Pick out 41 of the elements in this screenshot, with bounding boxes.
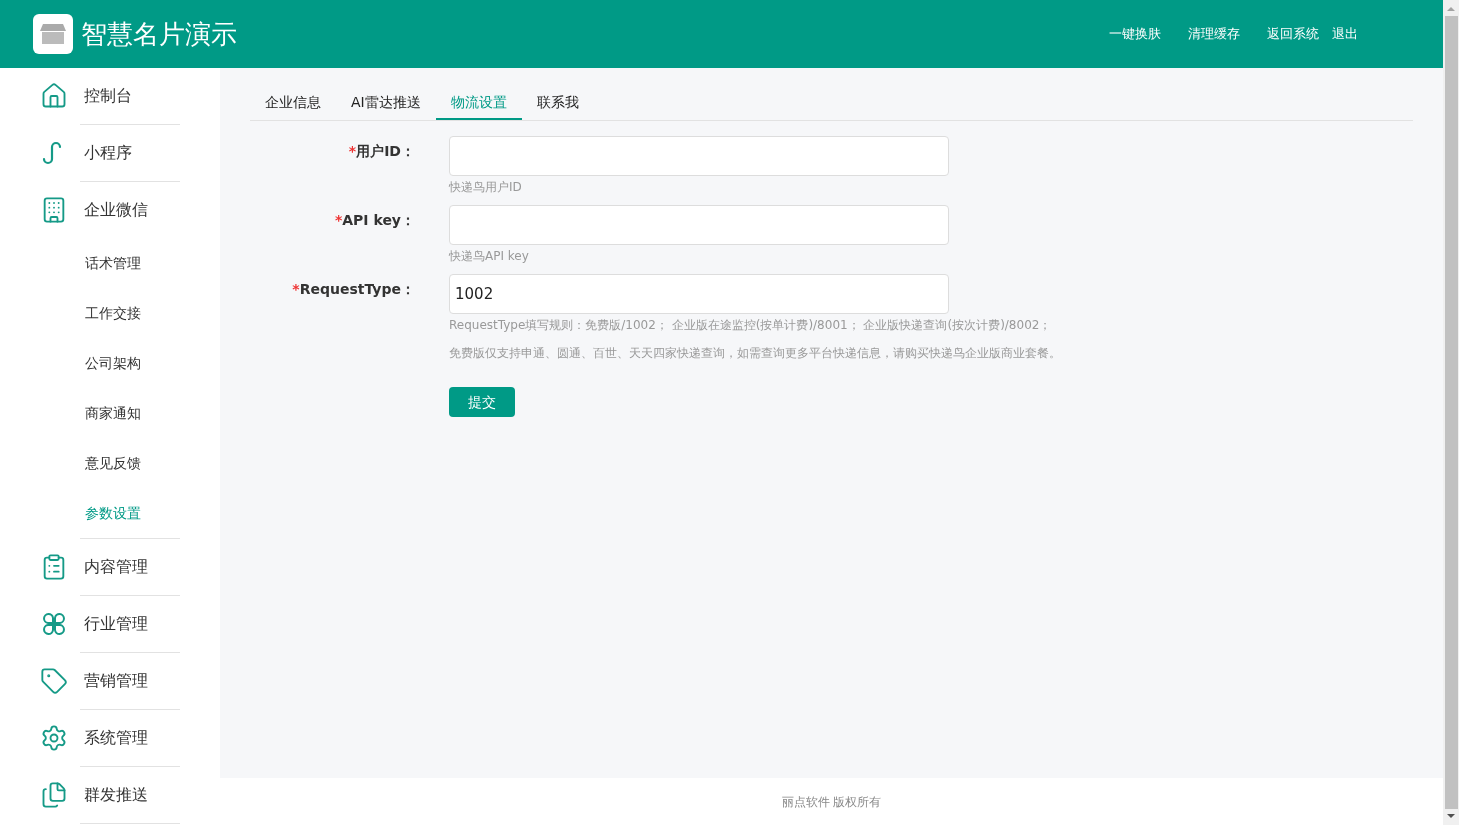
clover-icon [40, 610, 68, 638]
footer-text: 丽点软件 版权所有 [781, 793, 882, 811]
text-field[interactable] [449, 136, 949, 176]
header-link[interactable]: 一键换肤 [1109, 24, 1161, 44]
sidebar-item[interactable]: 小程序 [0, 125, 220, 181]
home-icon [40, 82, 68, 110]
sidebar-item[interactable]: 营销管理 [0, 653, 220, 709]
field-label: *用户ID： [347, 142, 416, 161]
documents-icon [40, 781, 68, 809]
scrollbar[interactable] [1443, 0, 1459, 825]
text-field[interactable]: 1002 [449, 274, 949, 314]
header-link[interactable]: 返回系统 [1267, 24, 1319, 44]
submenu-item[interactable]: 商家通知 [0, 388, 220, 438]
sidebar-item[interactable]: 内容管理 [0, 539, 220, 595]
tab[interactable]: AI雷达推送 [336, 86, 436, 120]
sidebar-item[interactable]: 群发推送 [0, 767, 220, 823]
submenu-item[interactable]: 话术管理 [0, 238, 220, 288]
sidebar-item[interactable]: 系统管理 [0, 710, 220, 766]
field-label: *RequestType： [291, 280, 416, 299]
text-field[interactable] [449, 205, 949, 245]
sidebar-item[interactable]: 行业管理 [0, 596, 220, 652]
tab[interactable]: 联系我 [521, 86, 594, 120]
sidebar-item[interactable]: 控制台 [0, 68, 220, 124]
tag-icon [40, 667, 68, 695]
help-text: 快递鸟API key [449, 248, 530, 265]
submit-button[interactable]: 提交 [449, 387, 515, 417]
header-link[interactable]: 清理缓存 [1188, 24, 1240, 44]
settings-icon [40, 724, 68, 752]
submenu-item[interactable]: 公司架构 [0, 338, 220, 388]
help-text: 免费版仅支持申通、圆通、百世、天天四家快递查询，如需查询更多平台快递信息，请购买快递鸟企业版商业套餐。 [449, 345, 1061, 362]
help-text: RequestType填写规则：免费版/1002； 企业版在途监控(按单计费)/8001； 企业版快递查询(按次计费)/8002； [449, 317, 1053, 334]
app-title: 智慧名片演示 [81, 17, 237, 51]
help-text: 快递鸟用户ID [449, 179, 523, 196]
submenu-item[interactable]: 工作交接 [0, 288, 220, 338]
submenu-item[interactable]: 意见反馈 [0, 438, 220, 488]
header-link[interactable]: 退出 [1332, 24, 1358, 44]
sidebar-item[interactable]: 企业微信 [0, 182, 220, 238]
tab[interactable]: 企业信息 [250, 86, 336, 120]
logo-icon [33, 14, 73, 54]
submenu-item[interactable]: 参数设置 [0, 488, 220, 538]
field-label: *API key： [333, 211, 416, 230]
